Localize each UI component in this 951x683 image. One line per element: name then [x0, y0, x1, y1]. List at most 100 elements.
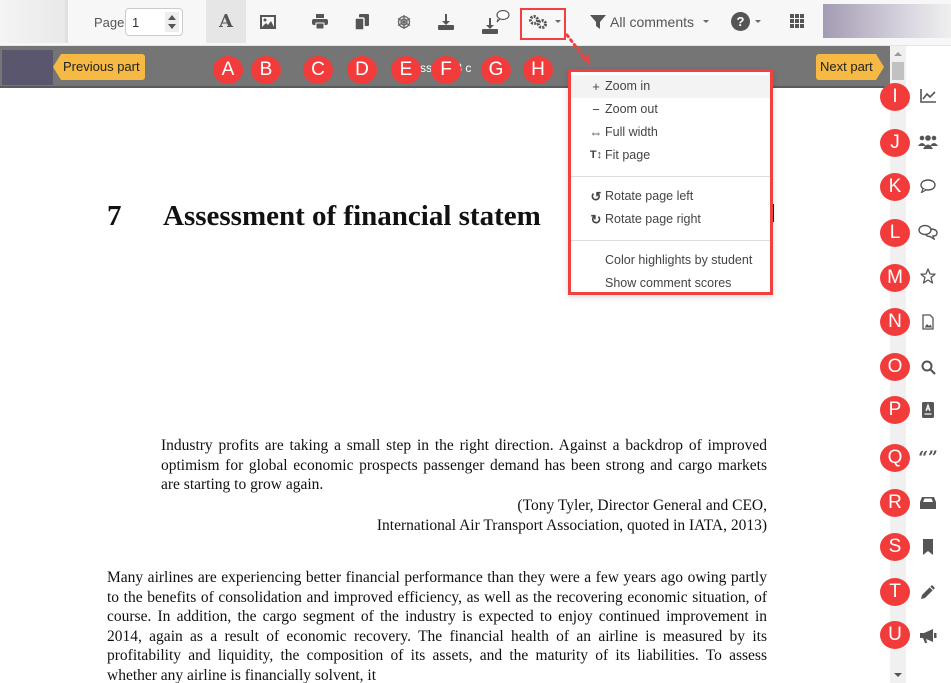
menu-item-color-highlights[interactable]: Color highlights by student [571, 249, 770, 272]
marker-o: O [880, 353, 910, 381]
marker-m: M [880, 264, 910, 292]
menu-divider [571, 240, 770, 241]
menu-item-show-comment-scores[interactable]: Show comment scores [571, 272, 770, 295]
help-dropdown-button[interactable]: ? [731, 0, 761, 43]
sidebar-users-button[interactable] [918, 132, 938, 152]
text-icon: A [219, 11, 233, 32]
marker-e: E [391, 56, 421, 84]
download-comments-icon [482, 9, 510, 34]
plus-icon: + [592, 79, 600, 94]
menu-item-label: Rotate page left [605, 189, 694, 203]
page-spinner[interactable] [165, 12, 179, 32]
chapter-number: 7 [107, 200, 122, 232]
print-button[interactable] [302, 0, 338, 43]
search-icon [921, 360, 936, 375]
menu-item-fit-page[interactable]: T↕ Fit page [571, 144, 770, 167]
bookmark-icon [923, 539, 933, 555]
full-width-icon: ⇔ [589, 125, 603, 140]
download-with-comments-button[interactable] [478, 0, 514, 43]
comment-filter-label: All comments [610, 13, 695, 30]
marker-n: N [880, 308, 910, 336]
marker-b: B [251, 56, 281, 84]
rotate-left-icon: ↺ [590, 189, 602, 204]
brand-logo [823, 4, 951, 38]
sidebar-comments-button[interactable] [918, 222, 938, 242]
comment-icon [920, 179, 936, 193]
download-button[interactable] [428, 0, 464, 43]
menu-item-label: Zoom out [605, 102, 658, 116]
comment-filter-dropdown[interactable]: All comments [590, 0, 710, 43]
menu-item-rotate-left[interactable]: ↺ Rotate page left [571, 185, 770, 208]
menu-item-label: Full width [605, 125, 658, 139]
body-paragraph: Many airlines are experiencing better fi… [107, 569, 767, 683]
sidebar-quotes-button[interactable]: “” [918, 448, 938, 468]
sidebar-image-file-button[interactable] [918, 312, 938, 332]
chapter-title: Assessment of financial statem [163, 200, 541, 232]
chart-line-icon [920, 89, 936, 103]
menu-divider [571, 176, 770, 177]
marker-q: Q [880, 444, 910, 472]
marker-g: G [481, 56, 511, 84]
image-mode-button[interactable] [250, 0, 286, 43]
page-number-input[interactable]: 1 [125, 8, 183, 36]
sidebar-announcements-button[interactable] [918, 626, 938, 646]
sidebar-favorites-button[interactable] [918, 266, 938, 286]
sidebar-edit-button[interactable] [918, 582, 938, 602]
star-icon [920, 268, 936, 284]
scroll-up-arrow[interactable] [894, 52, 902, 56]
sidebar-inbox-button[interactable] [918, 493, 938, 513]
snowflake-button[interactable] [386, 0, 422, 43]
marker-c: C [303, 56, 333, 84]
chevron-down-icon [703, 20, 710, 23]
download-icon [438, 13, 454, 30]
apps-grid-button[interactable] [790, 14, 804, 28]
minus-icon: − [592, 102, 600, 117]
attribution-line-2: International Air Transport Association,… [376, 516, 767, 534]
marker-h: H [523, 56, 553, 84]
settings-dropdown-menu: + Zoom in − Zoom out ⇔ Full width T↕ Fit… [568, 69, 773, 295]
marker-t: T [880, 578, 910, 606]
marker-u: U [880, 621, 910, 649]
sidebar-comment-button[interactable] [918, 176, 938, 196]
print-icon [312, 14, 328, 29]
menu-item-label: Show comment scores [605, 276, 732, 290]
sidebar-bookmark-button[interactable] [918, 537, 938, 557]
sidebar-glossary-button[interactable] [918, 400, 938, 420]
text-mode-button[interactable]: A [206, 0, 246, 43]
marker-d: D [347, 56, 377, 84]
next-part-button[interactable]: Next part [816, 54, 884, 80]
attribution-line-1: (Tony Tyler, Director General and CEO, [517, 497, 767, 514]
copy-button[interactable] [344, 0, 380, 43]
scroll-thumb[interactable] [892, 62, 904, 80]
bullhorn-icon [919, 629, 936, 643]
chevron-down-icon [755, 20, 761, 23]
settings-highlight-box [520, 8, 566, 40]
scroll-down-arrow[interactable] [894, 673, 902, 677]
menu-item-label: Zoom in [605, 79, 651, 93]
menu-item-zoom-in[interactable]: + Zoom in [571, 75, 770, 98]
epigraph-attribution: (Tony Tyler, Director General and CEO, I… [377, 496, 767, 535]
snowflake-icon [397, 14, 411, 29]
users-icon [918, 135, 938, 149]
sidebar-statistics-button[interactable] [918, 86, 938, 106]
marker-p: P [880, 396, 910, 424]
address-book-icon [922, 402, 934, 418]
menu-item-rotate-right[interactable]: ↻ Rotate page right [571, 208, 770, 231]
help-icon: ? [731, 12, 750, 31]
pencil-icon [921, 585, 935, 599]
right-sidebar: “” [906, 46, 951, 683]
menu-item-full-width[interactable]: ⇔ Full width [571, 121, 770, 144]
epigraph-quote: Industry profits are taking a small step… [161, 437, 767, 493]
menu-item-label: Color highlights by student [605, 253, 753, 267]
toolbar-left-panel [0, 0, 68, 43]
file-image-icon [922, 314, 934, 330]
quote-icon: “” [918, 448, 938, 468]
partbar-logo [2, 50, 53, 85]
previous-part-button[interactable]: Previous part [53, 54, 145, 80]
menu-item-zoom-out[interactable]: − Zoom out [571, 98, 770, 121]
marker-j: J [880, 129, 910, 157]
rotate-right-icon: ↻ [590, 212, 602, 227]
marker-s: S [880, 533, 910, 561]
menu-item-label: Fit page [605, 148, 651, 162]
sidebar-search-button[interactable] [918, 357, 938, 377]
